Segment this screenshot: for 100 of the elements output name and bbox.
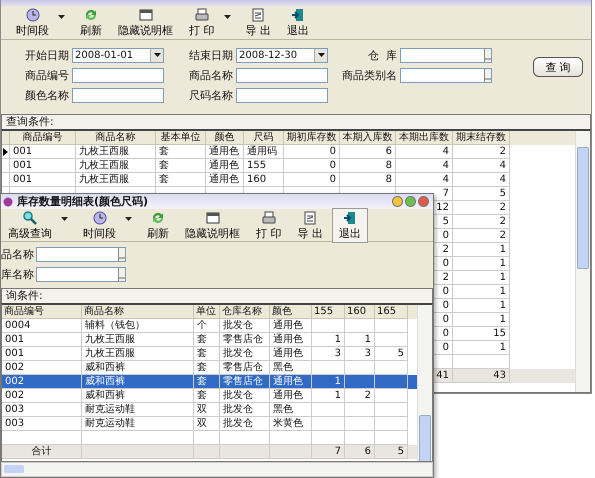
table-cell: 4 — [442, 146, 449, 157]
input-field[interactable] — [400, 68, 492, 82]
table-cell: 2 — [364, 390, 371, 401]
table-cell: 001 — [13, 160, 32, 171]
table-cell: 5 — [500, 188, 506, 199]
table-cell: 1 — [500, 300, 506, 311]
table-cell: 002 — [5, 390, 24, 401]
table-cell: 耐克运动鞋 — [85, 418, 135, 429]
table-cell: 米黄色 — [273, 418, 303, 429]
total-cell: 41 — [436, 370, 449, 381]
table-cell: 8 — [386, 160, 392, 171]
dropdown-button[interactable] — [150, 48, 163, 62]
field-label: 商品名称 — [188, 68, 233, 82]
table-cell: 零售店仓 — [223, 362, 263, 373]
conditions-label: 查询条件: — [1, 114, 591, 129]
input-field[interactable] — [400, 48, 492, 62]
close-button[interactable] — [418, 196, 429, 207]
table-cell: 0 — [442, 300, 449, 311]
document-icon — [250, 7, 266, 23]
field-label: 品名称 — [1, 247, 33, 262]
table-cell: 1 — [334, 334, 341, 345]
input-field[interactable] — [236, 68, 328, 82]
table-cell: 通用色 — [273, 334, 303, 345]
toolbar-button[interactable]: 导 出 — [238, 5, 278, 40]
table-cell: 0 — [330, 146, 336, 157]
table-cell: 6 — [386, 146, 392, 157]
table-cell: 套 — [159, 174, 169, 185]
table-cell: 003 — [5, 404, 24, 415]
minimize-button[interactable] — [392, 196, 403, 207]
input-field[interactable] — [36, 267, 126, 282]
input-field[interactable] — [36, 247, 126, 262]
table-cell: 003 — [5, 418, 24, 429]
input-field[interactable] — [72, 88, 164, 102]
toolbar-button[interactable]: 退出 — [280, 5, 316, 40]
table-cell: 1 — [334, 376, 341, 387]
field-label: 商品类别名 — [341, 68, 397, 82]
vertical-scrollbar[interactable] — [575, 131, 590, 392]
exit-icon — [290, 7, 306, 23]
toolbar-button[interactable]: 高级查询 — [1, 208, 59, 242]
dropdown-icon — [154, 53, 160, 57]
table-cell: 2 — [442, 244, 449, 255]
input-field[interactable] — [236, 88, 328, 102]
table-cell: 0 — [330, 160, 336, 171]
table-cell: 12 — [436, 202, 449, 213]
table-cell: 155 — [247, 160, 266, 171]
horizontal-scrollbar[interactable] — [1, 462, 433, 477]
exit-icon — [342, 210, 358, 226]
table-cell: 0 — [442, 328, 449, 339]
table-cell: 0 — [442, 258, 449, 269]
toolbar-button[interactable]: 时间段 — [76, 208, 123, 242]
table-cell: 2 — [500, 230, 506, 241]
input-field[interactable]: 2008-12-30 — [236, 48, 328, 62]
window-icon — [138, 7, 154, 23]
caret-icon[interactable] — [125, 217, 132, 221]
total-cell: 43 — [493, 370, 506, 381]
table-cell: 通用码 — [247, 146, 277, 157]
toolbar-button[interactable]: 刷新 — [140, 208, 176, 242]
table-cell: 0 — [330, 174, 336, 185]
browse-button[interactable] — [484, 68, 491, 82]
toolbar-button[interactable]: 打 印 — [182, 5, 222, 40]
dropdown-button[interactable] — [314, 48, 327, 62]
caret-icon[interactable] — [61, 217, 68, 221]
table-cell: 1 — [500, 244, 506, 255]
total-cell: 5 — [398, 446, 404, 457]
toolbar-button[interactable]: 隐藏说明框 — [178, 208, 247, 242]
browse-button[interactable] — [484, 48, 491, 62]
toolbar-button[interactable]: 导 出 — [290, 208, 330, 242]
toolbar-button[interactable]: 打 印 — [249, 208, 288, 242]
toolbar-button[interactable]: 刷新 — [73, 5, 109, 40]
table-cell: 1 — [500, 272, 506, 283]
table-cell: 4 — [442, 174, 449, 185]
browse-button[interactable] — [118, 248, 125, 261]
input-field[interactable] — [72, 68, 164, 82]
toolbar-button[interactable]: 退出 — [332, 208, 368, 242]
table-cell: 3 — [364, 348, 371, 359]
vertical-scrollbar[interactable] — [417, 305, 432, 461]
table-cell: 批发仓 — [223, 390, 253, 401]
toolbar-button[interactable]: 隐藏说明框 — [111, 5, 180, 40]
table-cell: 001 — [5, 348, 24, 359]
table-cell: 1 — [334, 390, 341, 401]
table-cell: 1 — [500, 258, 506, 269]
table-cell: 5 — [442, 216, 449, 227]
table-row[interactable]: 002 威和西裤 套 零售店仓 通用色 1 — [2, 375, 417, 389]
total-label: 合计 — [32, 446, 52, 457]
caret-icon[interactable] — [224, 14, 230, 18]
toolbar-button[interactable]: 时间段 — [9, 5, 56, 40]
table-cell: 2 — [442, 272, 449, 283]
field-label: 库名称 — [1, 267, 33, 282]
table-cell: 通用色 — [209, 174, 239, 185]
browse-button[interactable] — [118, 268, 125, 281]
input-field[interactable]: 2008-01-01 — [72, 48, 164, 62]
caret-icon[interactable] — [58, 14, 65, 18]
query-button[interactable]: 查 询 — [533, 57, 583, 77]
document-icon — [302, 210, 318, 226]
table-cell: 2 — [500, 216, 506, 227]
window-title: 库存数量明细表(颜色尺码) — [17, 194, 150, 209]
table-cell: 零售店仓 — [223, 376, 263, 387]
maximize-button[interactable] — [405, 196, 416, 207]
table-cell: 威和西裤 — [85, 390, 125, 401]
table-cell: 5 — [398, 348, 404, 359]
